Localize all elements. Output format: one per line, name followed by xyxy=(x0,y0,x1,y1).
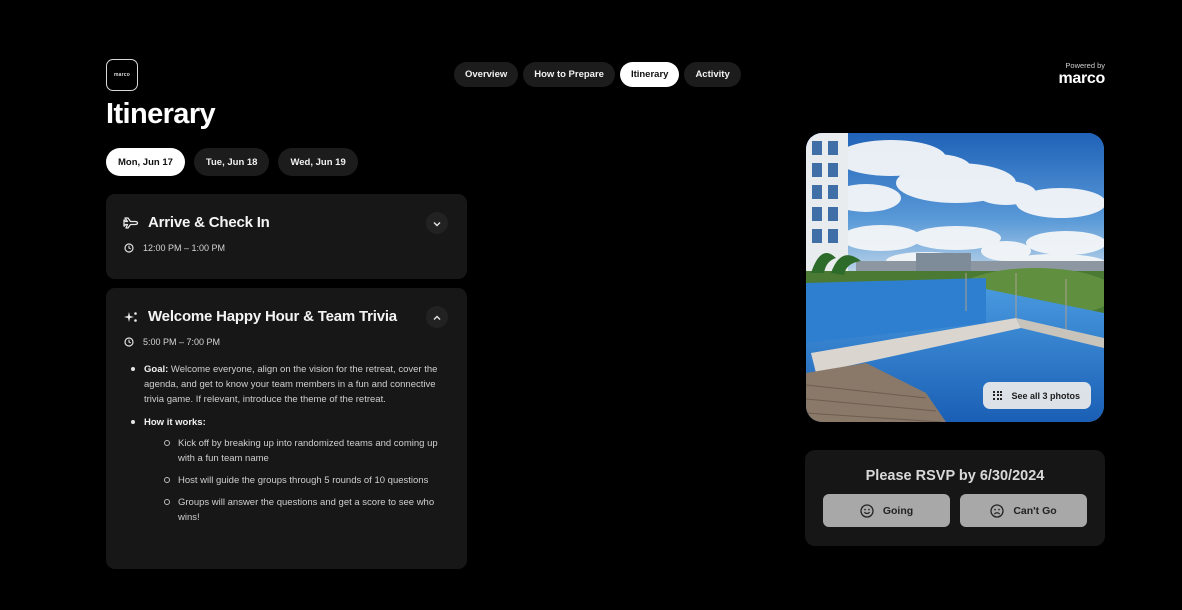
smile-icon xyxy=(860,503,874,518)
step-item: Groups will answer the questions and get… xyxy=(164,495,440,525)
frown-icon xyxy=(990,503,1004,518)
event-card-happy-hour: Welcome Happy Hour & Team Trivia 5:00 PM… xyxy=(106,288,467,569)
event-title: Welcome Happy Hour & Team Trivia xyxy=(148,308,397,325)
pool-scene-illustration xyxy=(806,133,1104,422)
event-time-text: 12:00 PM – 1:00 PM xyxy=(143,243,226,253)
powered-by-label: Powered by xyxy=(1065,61,1105,70)
collapse-toggle[interactable] xyxy=(426,306,448,328)
rsvp-prompt: Please RSVP by 6/30/2024 xyxy=(865,468,1045,484)
tab-how-to-prepare[interactable]: How to Prepare xyxy=(523,62,615,87)
plane-icon xyxy=(123,215,139,231)
logo-text: marco xyxy=(113,72,130,78)
chevron-down-icon xyxy=(433,214,441,232)
tab-itinerary[interactable]: Itinerary xyxy=(619,62,680,87)
goal-label: Goal: xyxy=(144,364,169,375)
sparkles-icon xyxy=(123,309,139,325)
top-nav-tabs: Overview How to Prepare Itinerary Activi… xyxy=(454,62,741,87)
expand-toggle[interactable] xyxy=(426,212,448,234)
event-title: Arrive & Check In xyxy=(148,214,270,231)
clock-icon xyxy=(124,243,134,253)
day-tab-wed[interactable]: Wed, Jun 19 xyxy=(278,148,358,176)
rsvp-panel: Please RSVP by 6/30/2024 Going Can't Go xyxy=(805,450,1105,546)
how-it-works-item: How it works: Kick off by breaking up in… xyxy=(130,415,440,525)
steps-list: Kick off by breaking up into randomized … xyxy=(144,436,440,525)
day-tabs: Mon, Jun 17 Tue, Jun 18 Wed, Jun 19 xyxy=(106,148,358,176)
event-details: Goal: Welcome everyone, align on the vis… xyxy=(130,362,440,533)
going-button[interactable]: Going xyxy=(823,494,950,527)
event-time: 5:00 PM – 7:00 PM xyxy=(124,337,220,347)
marco-logo[interactable]: marco xyxy=(106,59,138,91)
tab-activity[interactable]: Activity xyxy=(684,62,741,87)
event-time-text: 5:00 PM – 7:00 PM xyxy=(143,337,221,347)
grid-icon xyxy=(993,390,1003,401)
see-all-photos-button[interactable]: See all 3 photos xyxy=(983,382,1091,409)
page-title: Itinerary xyxy=(106,98,216,130)
clock-icon xyxy=(124,337,134,347)
chevron-up-icon xyxy=(433,308,441,326)
event-card-arrive: Arrive & Check In 12:00 PM – 1:00 PM xyxy=(106,194,467,279)
goal-item: Goal: Welcome everyone, align on the vis… xyxy=(130,362,440,407)
goal-text: Welcome everyone, align on the vision fo… xyxy=(144,364,438,405)
see-all-photos-label: See all 3 photos xyxy=(1011,390,1080,401)
venue-photo[interactable]: See all 3 photos xyxy=(806,133,1104,422)
cant-go-label: Can't Go xyxy=(1013,504,1057,517)
day-tab-tue[interactable]: Tue, Jun 18 xyxy=(193,148,270,176)
event-header[interactable]: Arrive & Check In xyxy=(123,214,270,231)
tab-overview[interactable]: Overview xyxy=(454,62,519,87)
cant-go-button[interactable]: Can't Go xyxy=(960,494,1087,527)
going-label: Going xyxy=(882,504,914,517)
how-it-works-label: How it works: xyxy=(144,417,206,428)
event-time: 12:00 PM – 1:00 PM xyxy=(124,243,225,253)
day-tab-mon[interactable]: Mon, Jun 17 xyxy=(106,148,185,176)
powered-by: Powered by marco xyxy=(1058,61,1105,87)
step-item: Host will guide the groups through 5 rou… xyxy=(164,473,440,488)
step-item: Kick off by breaking up into randomized … xyxy=(164,436,440,466)
event-header[interactable]: Welcome Happy Hour & Team Trivia xyxy=(123,308,397,325)
powered-by-brand[interactable]: marco xyxy=(1058,70,1105,87)
